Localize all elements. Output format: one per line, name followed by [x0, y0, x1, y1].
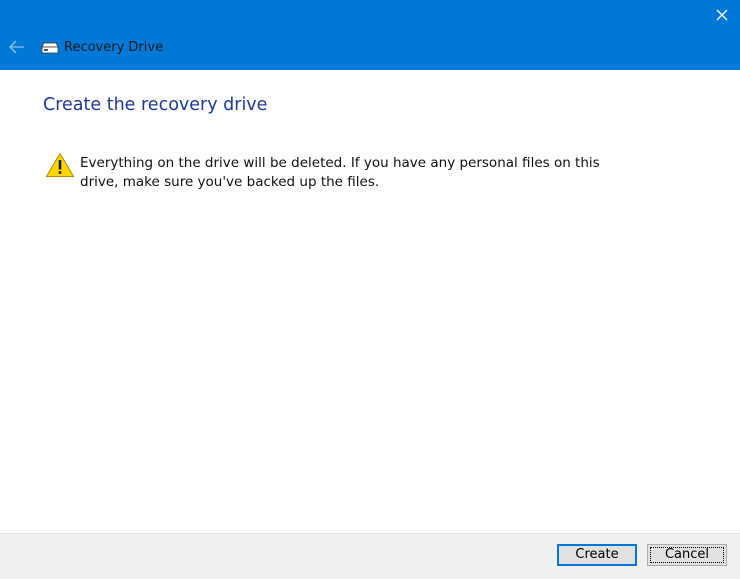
- close-icon: [716, 9, 728, 21]
- cancel-button[interactable]: Cancel: [647, 544, 727, 566]
- title-bar: Recovery Drive: [0, 0, 740, 70]
- close-button[interactable]: [704, 0, 740, 30]
- warning-message: Everything on the drive will be deleted.…: [80, 155, 600, 190]
- create-button[interactable]: Create: [557, 544, 637, 566]
- window-title: Recovery Drive: [64, 40, 164, 55]
- drive-icon: [41, 42, 59, 54]
- warning-icon: [45, 152, 75, 177]
- recovery-drive-window: Recovery Drive Create the recovery drive…: [0, 0, 740, 579]
- back-arrow-icon: [9, 40, 24, 54]
- page-heading: Create the recovery drive: [43, 95, 268, 115]
- back-button[interactable]: [0, 30, 34, 64]
